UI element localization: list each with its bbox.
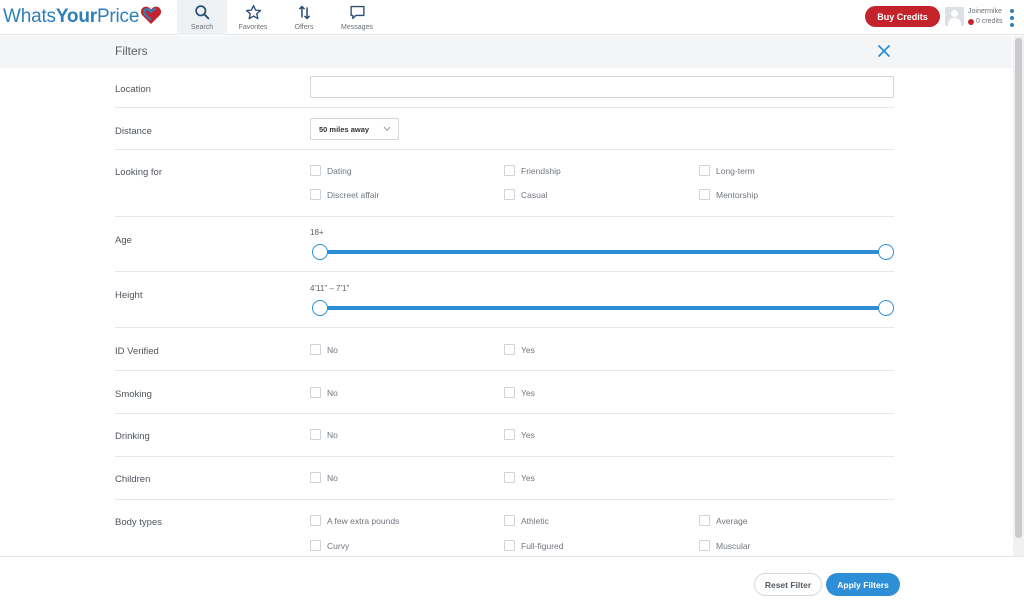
- main-nav: Search Favorites Offers Messages: [177, 0, 384, 35]
- distance-select[interactable]: 50 miles away: [310, 118, 399, 140]
- divider: [115, 149, 894, 150]
- location-label: Location: [115, 84, 151, 95]
- height-max-handle[interactable]: [878, 300, 894, 316]
- age-min-handle[interactable]: [312, 244, 328, 260]
- filters-header: Filters: [0, 36, 1012, 68]
- divider: [115, 216, 894, 217]
- checkbox-athletic[interactable]: Athletic: [504, 515, 549, 526]
- star-icon: [245, 4, 261, 20]
- nav-messages[interactable]: Messages: [330, 0, 384, 35]
- divider: [115, 327, 894, 328]
- age-label: Age: [115, 235, 132, 246]
- children-label: Children: [115, 474, 151, 485]
- height-label: Height: [115, 290, 143, 301]
- divider: [115, 370, 894, 371]
- checkbox-long-term[interactable]: Long-term: [699, 165, 755, 176]
- distance-selected: 50 miles away: [319, 124, 370, 134]
- checkbox-drinking-no[interactable]: No: [310, 429, 338, 440]
- search-icon: [194, 5, 209, 20]
- credits-balance: 0 credits: [968, 18, 1002, 25]
- nav-offers[interactable]: Offers: [279, 0, 329, 35]
- more-menu-icon[interactable]: [1010, 9, 1014, 27]
- checkbox-a-few-extra-pounds[interactable]: A few extra pounds: [310, 515, 399, 526]
- sort-arrows-icon: [298, 5, 310, 20]
- nav-favorites-label: Favorites: [238, 24, 268, 31]
- avatar[interactable]: [945, 7, 964, 26]
- apply-filters-button[interactable]: Apply Filters: [826, 573, 900, 596]
- checkbox-curvy[interactable]: Curvy: [310, 540, 349, 551]
- checkbox-friendship[interactable]: Friendship: [504, 165, 561, 176]
- divider: [115, 107, 894, 108]
- chat-bubble-icon: [349, 5, 365, 20]
- username[interactable]: Joinermike: [968, 8, 1002, 15]
- location-input[interactable]: [310, 76, 894, 98]
- brand-part-2: Your: [55, 6, 97, 27]
- nav-messages-label: Messages: [341, 24, 373, 31]
- checkbox-casual[interactable]: Casual: [504, 189, 547, 200]
- checkbox-smoking-no[interactable]: No: [310, 387, 338, 398]
- close-icon[interactable]: [877, 44, 891, 58]
- scrollbar-thumb[interactable]: [1015, 38, 1022, 538]
- age-max-handle[interactable]: [878, 244, 894, 260]
- drinking-label: Drinking: [115, 431, 150, 442]
- looking-for-label: Looking for: [115, 167, 163, 178]
- divider: [115, 271, 894, 272]
- checkbox-mentorship[interactable]: Mentorship: [699, 189, 758, 200]
- chevron-down-icon: [383, 126, 391, 132]
- checkbox-drinking-yes[interactable]: Yes: [504, 429, 535, 440]
- credits-text: 0 credits: [976, 18, 1003, 25]
- nav-offers-label: Offers: [294, 24, 314, 31]
- nav-favorites[interactable]: Favorites: [228, 0, 278, 35]
- brand-part-1: Whats: [3, 6, 56, 27]
- age-range-value: 18+: [310, 228, 324, 237]
- smoking-label: Smoking: [115, 389, 152, 400]
- brand-part-3: Price: [96, 6, 140, 27]
- nav-search[interactable]: Search: [177, 0, 227, 35]
- top-navbar: Whats Your Price Search Favorites Offers M…: [0, 0, 1024, 35]
- checkbox-smoking-yes[interactable]: Yes: [504, 387, 535, 398]
- id-verified-label: ID Verified: [115, 346, 159, 357]
- height-slider-track[interactable]: [320, 306, 886, 310]
- checkbox-dating[interactable]: Dating: [310, 165, 352, 176]
- checkbox-average[interactable]: Average: [699, 515, 748, 526]
- checkbox-discreet-affair[interactable]: Discreet affair: [310, 189, 379, 200]
- height-range-value: 4'11" – 7'1": [310, 284, 350, 293]
- body-types-label: Body types: [115, 517, 162, 528]
- buy-credits-button[interactable]: Buy Credits: [865, 6, 940, 27]
- age-slider-track[interactable]: [320, 250, 886, 254]
- checkbox-children-yes[interactable]: Yes: [504, 472, 535, 483]
- nav-search-label: Search: [190, 24, 214, 31]
- checkbox-full-figured[interactable]: Full-figured: [504, 540, 564, 551]
- credit-dot-icon: [968, 18, 974, 25]
- reset-filter-button[interactable]: Reset Filter: [754, 573, 822, 596]
- checkbox-id-verified-yes[interactable]: Yes: [504, 344, 535, 355]
- divider: [115, 499, 894, 500]
- checkbox-children-no[interactable]: No: [310, 472, 338, 483]
- divider: [115, 456, 894, 457]
- distance-label: Distance: [115, 126, 152, 137]
- checkbox-id-verified-no[interactable]: No: [310, 344, 338, 355]
- heart-logo-icon: [141, 6, 162, 24]
- height-min-handle[interactable]: [312, 300, 328, 316]
- filters-title: Filters: [115, 44, 148, 58]
- checkbox-muscular[interactable]: Muscular: [699, 540, 750, 551]
- divider: [115, 413, 894, 414]
- scrollbar[interactable]: [1013, 36, 1024, 556]
- brand-logo[interactable]: Whats Your Price: [3, 5, 162, 29]
